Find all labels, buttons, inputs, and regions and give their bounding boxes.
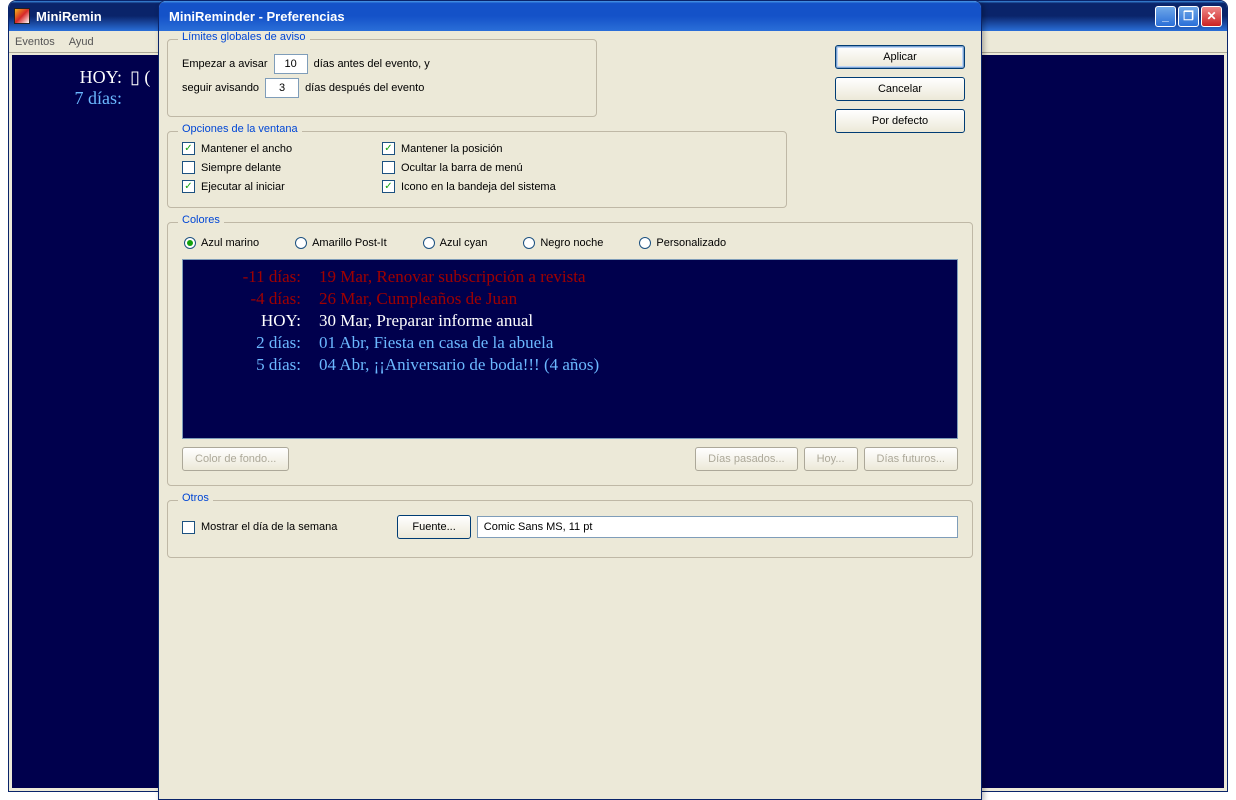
preview-row: HOY:30 Mar, Preparar informe anual xyxy=(183,310,957,332)
bg-color-button[interactable]: Color de fondo... xyxy=(182,447,289,471)
colors-group: Colores Azul marinoAmarillo Post-ItAzul … xyxy=(167,222,973,486)
before-label: Empezar a avisar xyxy=(182,58,268,70)
default-button[interactable]: Por defecto xyxy=(835,109,965,133)
preview-row: -11 días:19 Mar, Renovar subscripción a … xyxy=(183,266,957,288)
check-keep-pos[interactable]: ✓Mantener la posición xyxy=(382,142,702,155)
today-color-button[interactable]: Hoy... xyxy=(804,447,858,471)
after-days-input[interactable] xyxy=(265,78,299,98)
preview-row: -4 días:26 Mar, Cumpleaños de Juan xyxy=(183,288,957,310)
preview-row: 5 días:04 Abr, ¡¡Aniversario de boda!!! … xyxy=(183,354,957,376)
font-button[interactable]: Fuente... xyxy=(397,515,470,539)
dialog-titlebar: MiniReminder - Preferencias xyxy=(159,1,981,31)
after-label: seguir avisando xyxy=(182,82,259,94)
cancel-button[interactable]: Cancelar xyxy=(835,77,965,101)
future-color-button[interactable]: Días futuros... xyxy=(864,447,958,471)
preview-row: 2 días:01 Abr, Fiesta en casa de la abue… xyxy=(183,332,957,354)
color-preview: -11 días:19 Mar, Renovar subscripción a … xyxy=(182,259,958,439)
preferences-dialog: MiniReminder - Preferencias Aplicar Canc… xyxy=(158,0,982,800)
before-days-input[interactable] xyxy=(274,54,308,74)
before-suffix: días antes del evento, y xyxy=(314,58,430,70)
apply-button[interactable]: Aplicar xyxy=(835,45,965,69)
show-weekday-check[interactable]: Mostrar el día de la semana xyxy=(182,521,337,534)
maximize-button[interactable]: ❐ xyxy=(1178,6,1199,27)
legend-winopts: Opciones de la ventana xyxy=(178,123,302,135)
legend-limits: Límites globales de aviso xyxy=(178,31,310,43)
other-group: Otros Mostrar el día de la semana Fuente… xyxy=(167,500,973,558)
minimize-button[interactable]: _ xyxy=(1155,6,1176,27)
color-radio-3[interactable]: Negro noche xyxy=(523,237,603,249)
check-run-start[interactable]: ✓Ejecutar al iniciar xyxy=(182,180,382,193)
app-icon xyxy=(14,8,30,24)
close-button[interactable]: ✕ xyxy=(1201,6,1222,27)
check-tray-icon[interactable]: ✓Icono en la bandeja del sistema xyxy=(382,180,702,193)
window-options-group: Opciones de la ventana ✓Mantener el anch… xyxy=(167,131,787,208)
color-radio-4[interactable]: Personalizado xyxy=(639,237,726,249)
font-display: Comic Sans MS, 11 pt xyxy=(477,516,958,538)
legend-other: Otros xyxy=(178,492,213,504)
legend-colors: Colores xyxy=(178,214,224,226)
color-radio-0[interactable]: Azul marino xyxy=(184,237,259,249)
limits-group: Límites globales de aviso Empezar a avis… xyxy=(167,39,597,117)
check-hide-menu[interactable]: Ocultar la barra de menú xyxy=(382,161,702,174)
menu-help[interactable]: Ayud xyxy=(69,36,94,48)
color-radio-2[interactable]: Azul cyan xyxy=(423,237,488,249)
after-suffix: días después del evento xyxy=(305,82,424,94)
menu-events[interactable]: Eventos xyxy=(15,36,55,48)
color-radio-1[interactable]: Amarillo Post-It xyxy=(295,237,387,249)
dialog-title: MiniReminder - Preferencias xyxy=(169,9,345,24)
past-color-button[interactable]: Días pasados... xyxy=(695,447,797,471)
check-always-top[interactable]: Siempre delante xyxy=(182,161,382,174)
check-keep-width[interactable]: ✓Mantener el ancho xyxy=(182,142,382,155)
